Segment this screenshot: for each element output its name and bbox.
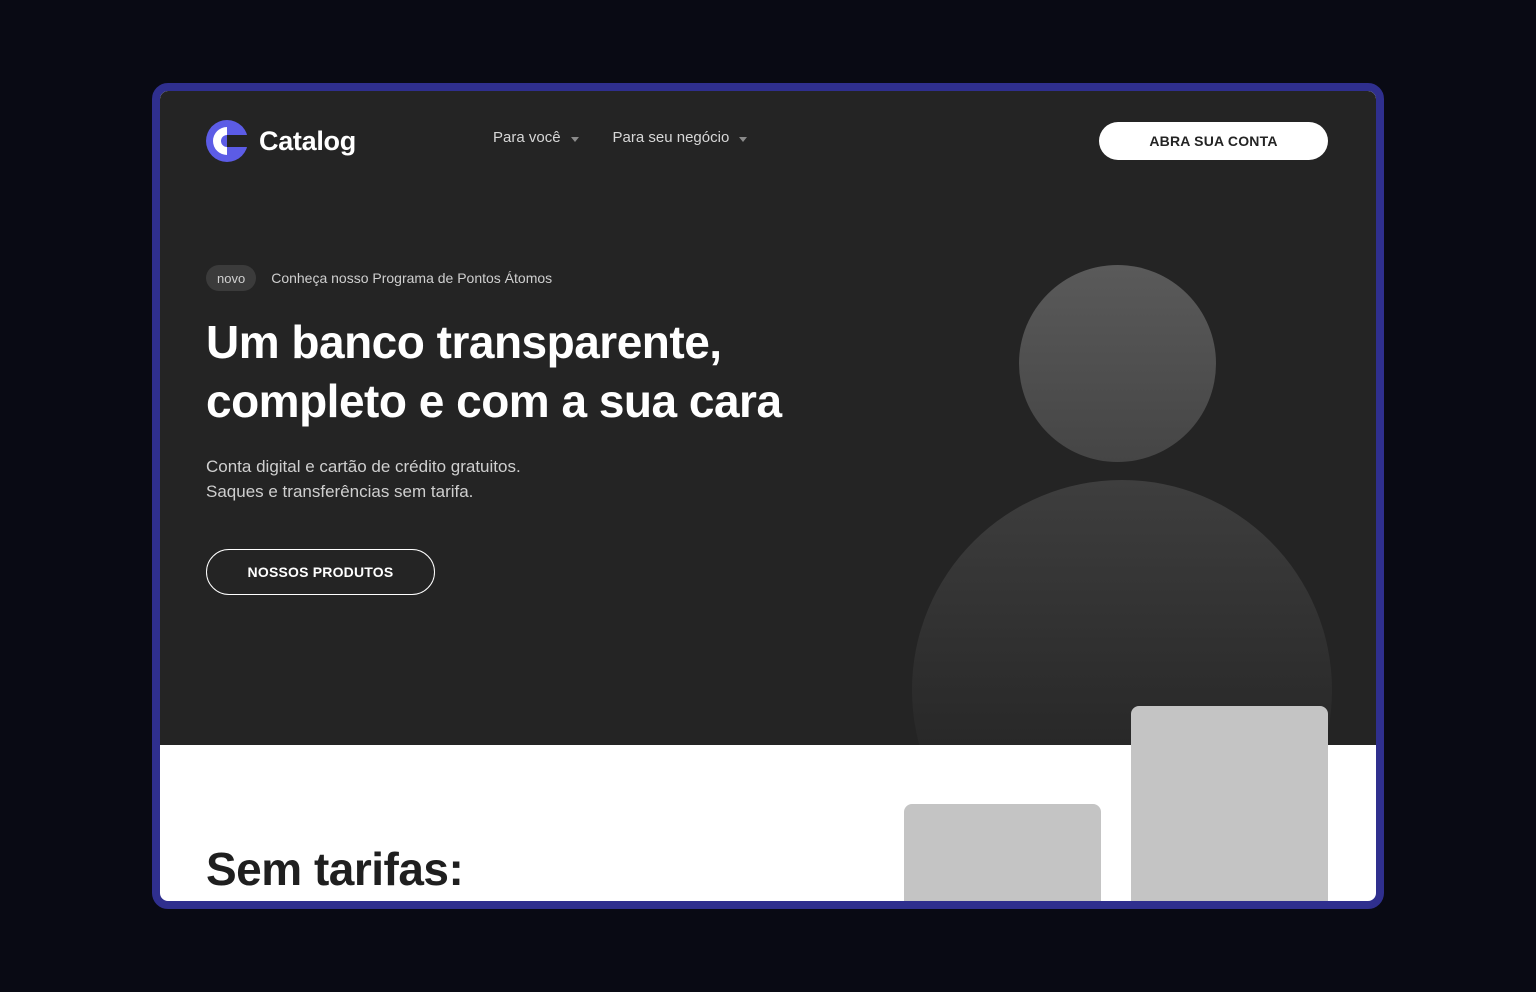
chevron-down-icon bbox=[570, 136, 579, 142]
chevron-down-icon bbox=[739, 136, 748, 142]
nav-item-label: Para você bbox=[493, 129, 561, 146]
announcement[interactable]: novo Conheça nosso Programa de Pontos Át… bbox=[206, 265, 552, 291]
hero-subtext-line: Saques e transferências sem tarifa. bbox=[206, 482, 474, 501]
nav-item-para-voce[interactable]: Para você bbox=[493, 129, 579, 146]
nav-item-label: Para seu negócio bbox=[612, 129, 730, 146]
person-placeholder-head bbox=[1019, 265, 1216, 462]
browser-frame: Catalog Para você Para seu negócio ABRA … bbox=[152, 83, 1384, 909]
hero-section: Catalog Para você Para seu negócio ABRA … bbox=[160, 91, 1376, 745]
main-nav: Para você Para seu negócio bbox=[493, 129, 748, 146]
section-title: Sem tarifas: bbox=[206, 843, 464, 895]
hero-subtext-line: Conta digital e cartão de crédito gratui… bbox=[206, 457, 521, 476]
image-placeholder bbox=[904, 804, 1101, 901]
hero-headline: Um banco transparente, completo e com a … bbox=[206, 316, 782, 427]
hero-subtext: Conta digital e cartão de crédito gratui… bbox=[206, 454, 521, 504]
catalog-logo-icon bbox=[206, 120, 248, 162]
logo[interactable]: Catalog bbox=[206, 120, 356, 162]
open-account-button[interactable]: ABRA SUA CONTA bbox=[1099, 122, 1328, 160]
new-badge: novo bbox=[206, 265, 257, 291]
image-placeholder bbox=[1131, 706, 1328, 901]
logo-text: Catalog bbox=[259, 125, 356, 156]
our-products-button[interactable]: NOSSOS PRODUTOS bbox=[206, 549, 435, 595]
nav-item-para-seu-negocio[interactable]: Para seu negócio bbox=[613, 129, 748, 146]
announcement-text: Conheça nosso Programa de Pontos Átomos bbox=[271, 270, 553, 286]
